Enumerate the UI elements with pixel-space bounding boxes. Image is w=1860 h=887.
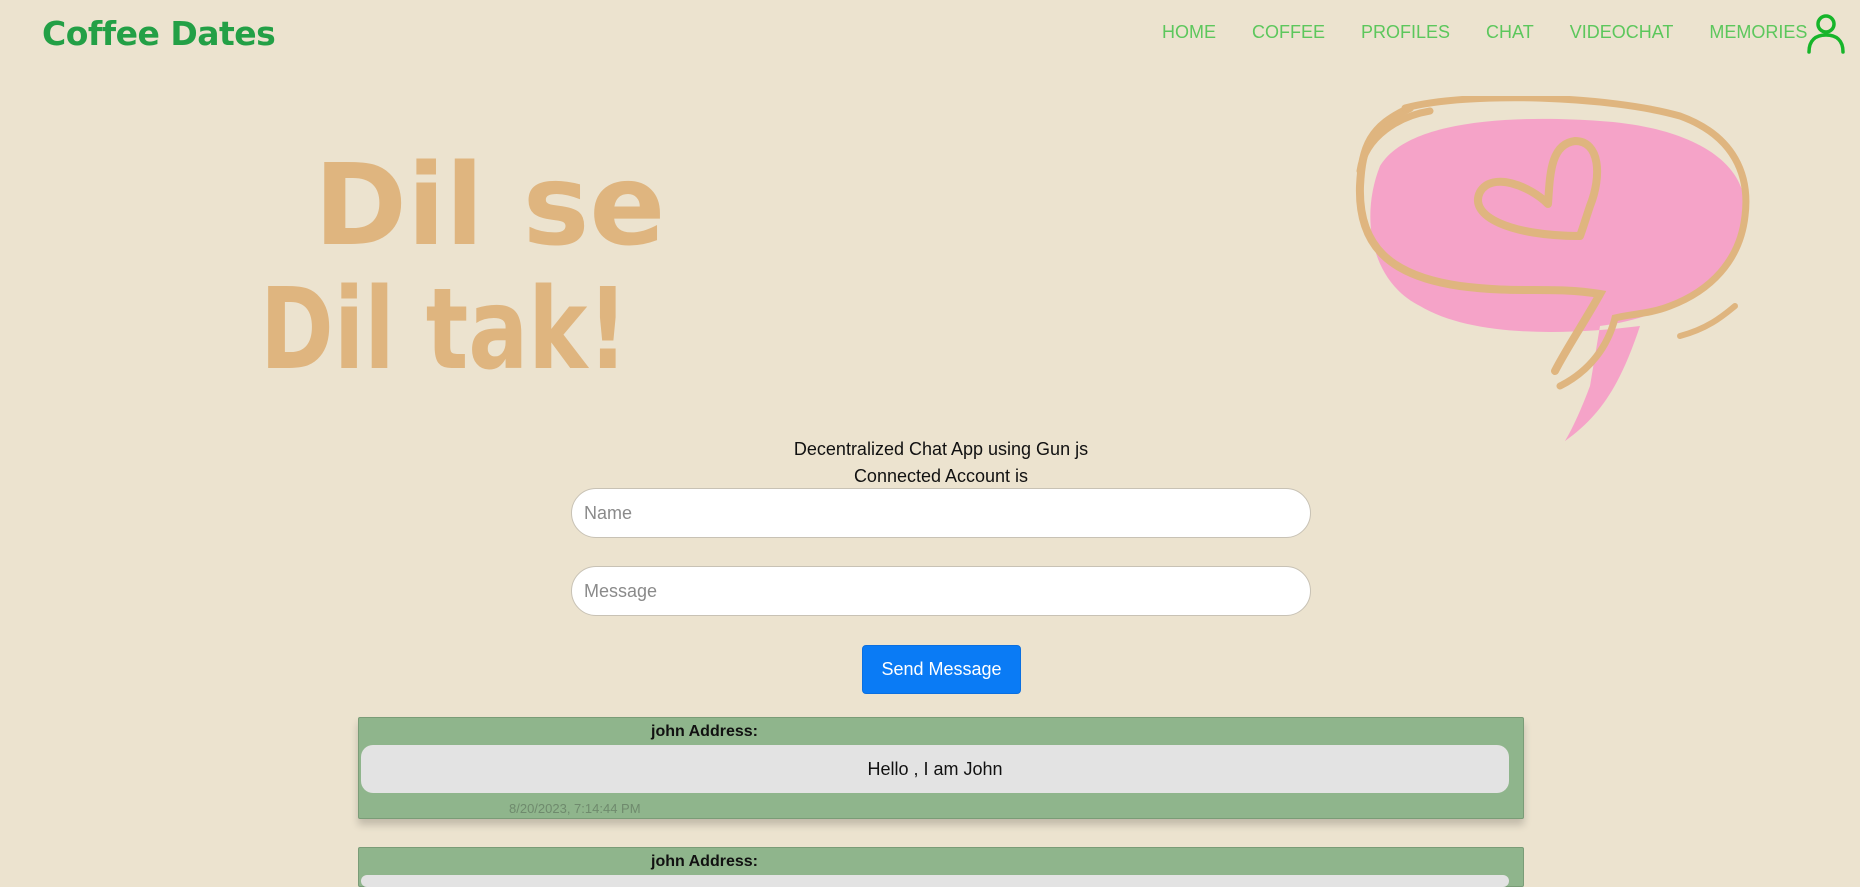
nav-profiles[interactable]: PROFILES [1361,22,1450,43]
hero-slogan: Dil se Dil tak! [260,141,665,395]
message-text: Hello , I am John [361,745,1509,793]
message-card: john Address: [358,847,1524,887]
name-input[interactable] [571,488,1311,538]
message-text [361,875,1509,887]
user-icon[interactable] [1806,12,1846,54]
message-sender: john Address: [651,853,758,870]
send-message-button[interactable]: Send Message [862,645,1021,694]
message-timestamp: 8/20/2023, 7:14:44 PM [509,801,641,816]
message-card: john Address: Hello , I am John 8/20/202… [358,717,1524,819]
message-input[interactable] [571,566,1311,616]
nav-videochat[interactable]: VIDEOCHAT [1570,22,1674,43]
message-sender: john Address: [651,723,758,740]
nav-chat[interactable]: CHAT [1486,22,1534,43]
hero-line-2: Dil tak! [260,265,628,395]
app-title: Decentralized Chat App using Gun js [793,439,1089,459]
nav-home[interactable]: HOME [1162,22,1216,43]
heart-speech-bubble-icon [1355,96,1750,441]
nav-coffee[interactable]: COFFEE [1252,22,1325,43]
brand-logo[interactable]: Coffee Dates [42,14,276,53]
nav-memories[interactable]: MEMORIES [1709,22,1807,43]
hero-line-1: Dil se [314,141,665,271]
nav-links: HOME COFFEE PROFILES CHAT VIDEOCHAT MEMO… [1162,22,1807,43]
chat-header: Decentralized Chat App using Gun js Conn… [0,436,1860,490]
navbar: Coffee Dates HOME COFFEE PROFILES CHAT V… [0,0,1860,68]
connected-account-label: Connected Account is [853,466,1029,486]
